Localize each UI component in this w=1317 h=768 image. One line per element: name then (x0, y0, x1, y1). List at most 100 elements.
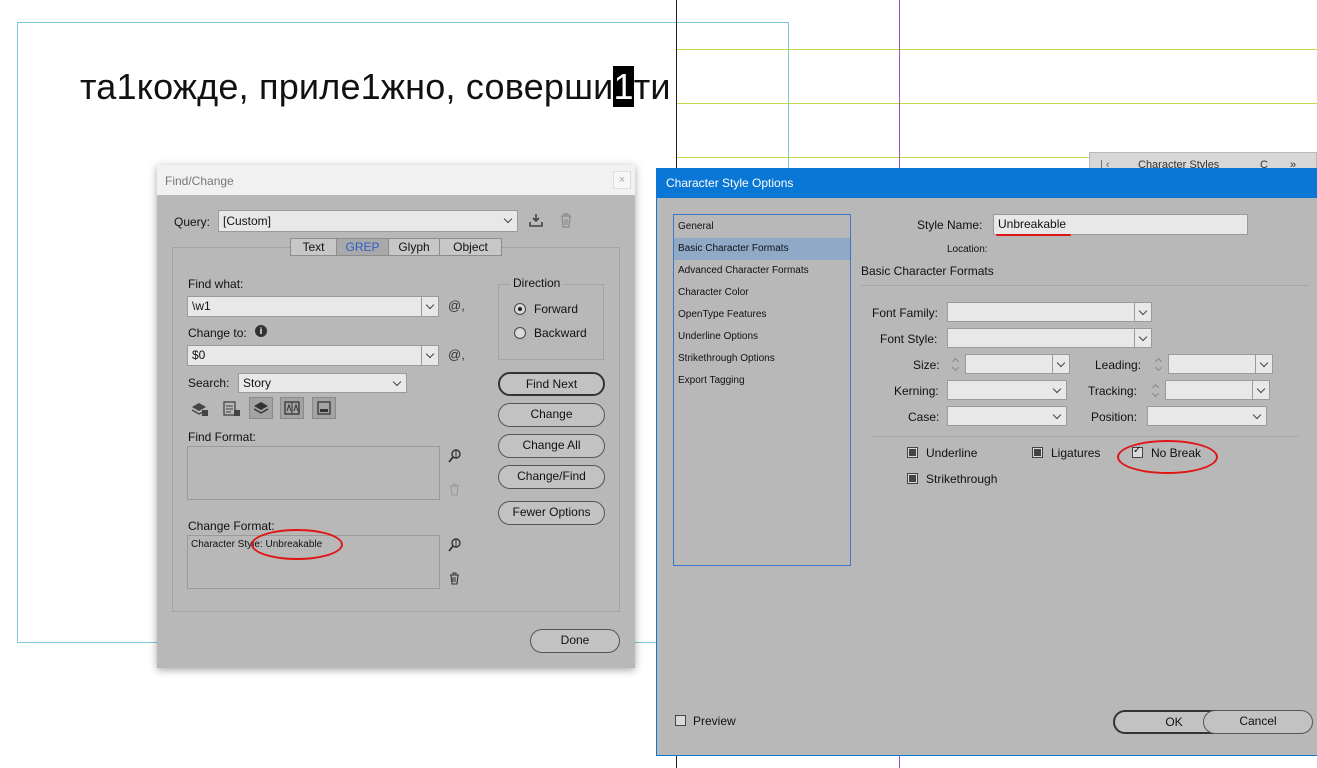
annotation-underline-style-name (996, 234, 1071, 236)
change-find-button[interactable]: Change/Find (498, 465, 605, 489)
font-family-dropdown[interactable] (947, 302, 1152, 322)
close-icon[interactable]: × (613, 171, 631, 189)
direction-backward-label: Backward (534, 326, 587, 340)
margin-guide-bottom-right (634, 642, 658, 643)
cancel-button[interactable]: Cancel (1203, 710, 1313, 734)
tab-text[interactable]: Text (290, 238, 337, 256)
chevron-down-icon (1134, 329, 1151, 347)
font-style-dropdown[interactable] (947, 328, 1152, 348)
style-name-label: Style Name: (917, 218, 983, 232)
done-button[interactable]: Done (530, 629, 620, 653)
find-change-title: Find/Change (165, 174, 234, 188)
text-selection: 1 (613, 66, 634, 107)
find-change-titlebar[interactable]: Find/Change × (157, 165, 635, 195)
ligatures-checkbox[interactable] (1032, 447, 1043, 458)
chevron-down-icon (389, 374, 406, 392)
category-underline-options[interactable]: Underline Options (674, 326, 850, 348)
chevron-down-icon (421, 297, 438, 316)
clear-find-format-icon[interactable] (447, 481, 461, 497)
include-hidden-layers-icon[interactable] (249, 397, 273, 419)
direction-label: Direction (510, 276, 564, 290)
change-to-label: Change to: (188, 326, 247, 340)
save-query-icon[interactable] (527, 211, 545, 229)
size-stepper-icon[interactable] (949, 354, 963, 374)
strikethrough-label: Strikethrough (926, 472, 998, 486)
document-text-frame[interactable]: та1кожде, приле1жно, соверши1ти (80, 66, 671, 108)
character-style-options-titlebar[interactable]: Character Style Options (657, 168, 1317, 198)
strikethrough-checkbox[interactable] (907, 473, 918, 484)
margin-guide-top (17, 22, 789, 23)
position-label: Position: (1091, 410, 1138, 424)
preview-checkbox[interactable] (675, 715, 686, 726)
specify-change-format-icon[interactable] (447, 536, 463, 554)
fewer-options-button[interactable]: Fewer Options (498, 501, 605, 525)
chevron-down-icon (1049, 381, 1066, 399)
chevron-down-icon (1255, 355, 1272, 373)
style-category-list[interactable]: General Basic Character Formats Advanced… (673, 214, 851, 566)
text-after-selection: ти (633, 66, 671, 107)
delete-query-icon[interactable] (557, 211, 575, 229)
category-basic-character-formats[interactable]: Basic Character Formats (674, 238, 850, 260)
text-before-selection: та1кожде, приле1жно, соверши (80, 66, 614, 107)
chevron-down-icon (1134, 303, 1151, 321)
tracking-stepper-icon[interactable] (1149, 380, 1163, 400)
case-label: Case: (908, 410, 940, 424)
change-all-button[interactable]: Change All (498, 434, 605, 458)
location-label: Location: (947, 244, 988, 255)
include-locked-layers-icon[interactable] (190, 399, 210, 419)
clear-change-format-icon[interactable] (447, 570, 461, 586)
category-strikethrough-options[interactable]: Strikethrough Options (674, 348, 850, 370)
underline-label: Underline (926, 446, 978, 460)
character-style-options-title: Character Style Options (666, 176, 794, 190)
size-label: Size: (913, 358, 940, 372)
info-icon[interactable]: i (255, 325, 267, 337)
leading-dropdown[interactable] (1168, 354, 1273, 374)
category-general[interactable]: General (674, 216, 850, 238)
kerning-dropdown[interactable] (947, 380, 1067, 400)
category-export-tagging[interactable]: Export Tagging (674, 370, 850, 392)
find-format-box[interactable] (187, 446, 440, 500)
size-dropdown[interactable] (965, 354, 1070, 374)
category-opentype-features[interactable]: OpenType Features (674, 304, 850, 326)
direction-backward-radio[interactable] (514, 327, 526, 339)
chevron-down-icon (500, 211, 517, 231)
tab-grep[interactable]: GREP (336, 238, 389, 256)
tab-object[interactable]: Object (439, 238, 502, 256)
section-title: Basic Character Formats (861, 264, 994, 278)
tracking-dropdown[interactable] (1165, 380, 1270, 400)
query-dropdown[interactable]: [Custom] (218, 210, 518, 232)
change-format-label: Change Format: (188, 519, 275, 533)
baseline-guide-1 (677, 49, 1317, 50)
style-name-input[interactable]: Unbreakable (993, 214, 1248, 235)
font-family-label: Font Family: (872, 306, 939, 320)
search-type-tabs: Text GREP Glyph Object (290, 238, 504, 258)
category-character-color[interactable]: Character Color (674, 282, 850, 304)
leading-stepper-icon[interactable] (1152, 354, 1166, 374)
underline-checkbox[interactable] (907, 447, 918, 458)
tracking-label: Tracking: (1088, 384, 1137, 398)
ligatures-label: Ligatures (1051, 446, 1101, 460)
search-scope-dropdown[interactable]: Story (238, 373, 407, 393)
special-characters-change-icon[interactable]: @, (448, 347, 465, 362)
change-button[interactable]: Change (498, 403, 605, 427)
tab-glyph[interactable]: Glyph (388, 238, 440, 256)
include-footnotes-icon[interactable] (312, 397, 336, 419)
special-characters-find-icon[interactable]: @, (448, 298, 465, 313)
direction-forward-radio[interactable] (514, 303, 526, 315)
indesign-workspace: та1кожде, приле1жно, соверши1ти | ‹ Char… (0, 0, 1317, 768)
find-what-input[interactable]: \w1 (187, 296, 439, 317)
find-next-button[interactable]: Find Next (498, 372, 605, 396)
category-advanced-character-formats[interactable]: Advanced Character Formats (674, 260, 850, 282)
annotation-ellipse-change-format (251, 529, 343, 560)
preview-label: Preview (693, 714, 736, 728)
annotation-ellipse-no-break (1117, 440, 1218, 474)
case-dropdown[interactable] (947, 406, 1067, 426)
specify-find-format-icon[interactable] (447, 447, 463, 465)
change-to-input[interactable]: $0 (187, 345, 439, 366)
include-master-pages-icon[interactable] (280, 397, 304, 419)
include-locked-stories-icon[interactable] (222, 399, 242, 419)
margin-guide-left (17, 22, 18, 643)
position-dropdown[interactable] (1147, 406, 1267, 426)
margin-guide-bottom (17, 642, 162, 643)
chevron-down-icon (1249, 407, 1266, 425)
